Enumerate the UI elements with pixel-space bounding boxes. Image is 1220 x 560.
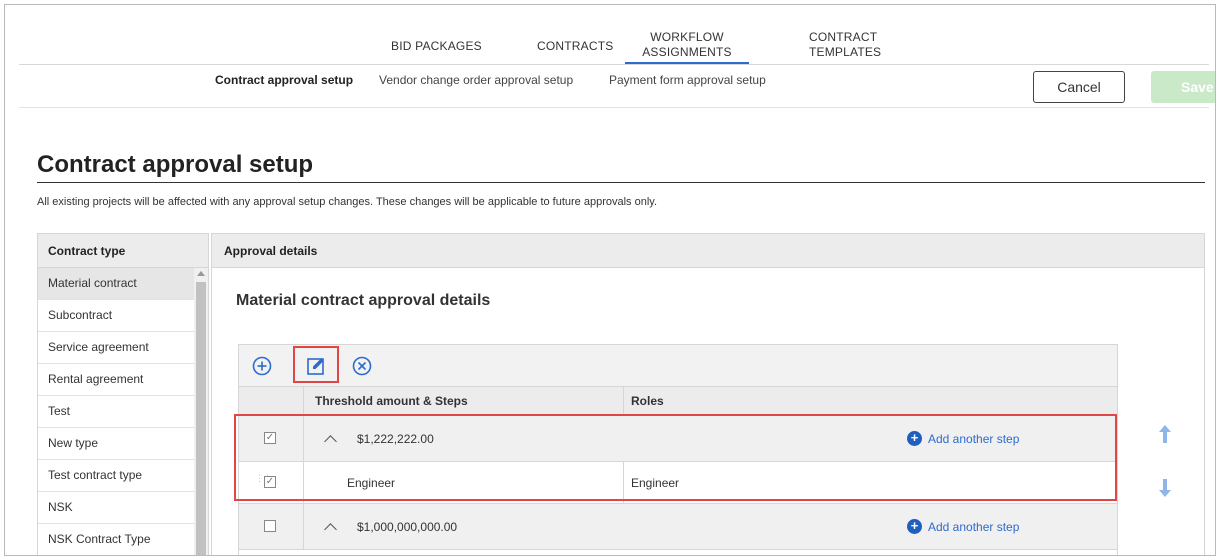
move-down-icon[interactable] [1158, 478, 1172, 498]
selected-rows-highlight [234, 414, 1117, 501]
grid-header-row: Threshold amount & Steps Roles [239, 387, 1117, 415]
subnav-payment-form-approval-setup[interactable]: Payment form approval setup [609, 73, 766, 87]
tab-bid-packages[interactable]: BID PACKAGES [391, 39, 482, 54]
contract-type-panel: Contract type Material contract Subcontr… [37, 233, 209, 555]
threshold-amount: $1,000,000,000.00 [357, 520, 458, 534]
subnav-contract-approval-setup[interactable]: Contract approval setup [215, 73, 353, 87]
column-header-roles: Roles [631, 394, 664, 408]
contract-type-item[interactable]: Subcontract [38, 300, 194, 332]
chevron-up-icon[interactable] [324, 523, 337, 536]
subnav-divider [19, 107, 1209, 108]
contract-type-header: Contract type [38, 234, 208, 268]
contract-type-item[interactable]: Service agreement [38, 332, 194, 364]
column-divider [623, 387, 624, 414]
tab-contracts[interactable]: CONTRACTS [537, 39, 613, 54]
approval-details-header: Approval details [212, 234, 1204, 268]
table-row: $1,000,000,000.00 + Add another step [239, 504, 1117, 550]
approval-notice: All existing projects will be affected w… [37, 196, 658, 208]
contract-type-item[interactable]: NSK [38, 492, 194, 524]
cancel-circle-icon[interactable] [351, 355, 373, 377]
top-navigation: BID PACKAGES CONTRACTS WORKFLOW ASSIGNME… [5, 5, 1215, 65]
edit-icon[interactable] [305, 355, 327, 377]
subnav-vendor-change-order-approval-setup[interactable]: Vendor change order approval setup [379, 73, 573, 87]
contract-type-item[interactable]: NSK Contract Type [38, 524, 194, 555]
approval-details-title: Material contract approval details [236, 292, 491, 309]
column-header-threshold: Threshold amount & Steps [315, 394, 468, 408]
save-button[interactable]: Save [1151, 71, 1215, 103]
contract-type-item[interactable]: Rental agreement [38, 364, 194, 396]
contract-type-item[interactable]: Test contract type [38, 460, 194, 492]
contract-type-item[interactable]: New type [38, 428, 194, 460]
column-divider [303, 504, 304, 549]
move-up-icon[interactable] [1158, 424, 1172, 444]
contract-type-item[interactable]: Test [38, 396, 194, 428]
contract-type-scrollbar[interactable] [194, 268, 208, 555]
tab-contract-templates[interactable]: CONTRACT TEMPLATES [809, 30, 881, 60]
grid-toolbar [239, 345, 1117, 387]
page-title: Contract approval setup [37, 151, 314, 178]
add-another-step-link[interactable]: Add another step [928, 520, 1019, 534]
column-divider [303, 387, 304, 414]
cancel-button[interactable]: Cancel [1033, 71, 1125, 103]
tab-workflow-assignments[interactable]: WORKFLOW ASSIGNMENTS [625, 30, 749, 64]
scrollbar-thumb[interactable] [196, 282, 206, 555]
top-divider [19, 64, 1209, 65]
add-circle-icon[interactable] [251, 355, 273, 377]
app-window: BID PACKAGES CONTRACTS WORKFLOW ASSIGNME… [4, 4, 1216, 556]
add-step-icon[interactable]: + [907, 519, 922, 534]
title-divider [37, 182, 1205, 183]
scroll-up-icon[interactable] [197, 271, 205, 276]
row-checkbox[interactable] [264, 520, 276, 532]
approval-details-panel: Approval details Material contract appro… [211, 233, 1205, 555]
contract-type-item[interactable]: Material contract [38, 268, 194, 300]
